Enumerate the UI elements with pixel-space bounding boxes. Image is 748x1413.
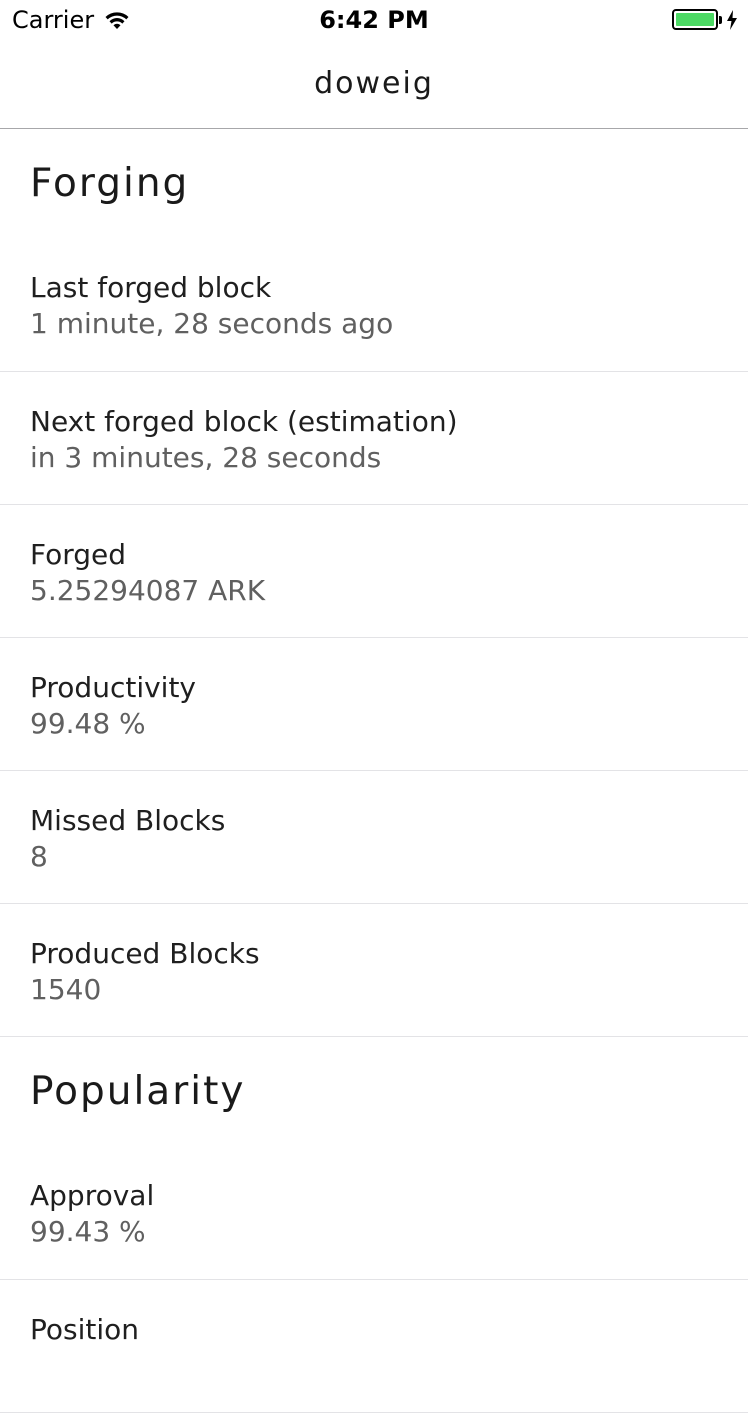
battery-fill [676, 13, 714, 26]
list-item-produced-blocks[interactable]: Produced Blocks 1540 [0, 904, 748, 1037]
row-label: Missed Blocks [30, 804, 226, 837]
row-label: Productivity [30, 671, 196, 704]
row-value: 8 [30, 840, 48, 873]
row-label: Next forged block (estimation) [30, 405, 458, 438]
battery-icon [672, 9, 718, 30]
row-label: Approval [30, 1179, 155, 1212]
status-time: 6:42 PM [319, 6, 429, 34]
section-header-forging: Forging [30, 161, 190, 206]
navigation-bar: doweig [0, 40, 748, 129]
delegate-details-list[interactable]: Forging Last forged block 1 minute, 28 s… [0, 129, 748, 1413]
row-label: Position [30, 1313, 140, 1346]
list-item-next-forged-block[interactable]: Next forged block (estimation) in 3 minu… [0, 372, 748, 505]
row-label: Produced Blocks [30, 937, 260, 970]
row-value: in 3 minutes, 28 seconds [30, 441, 382, 474]
row-label: Forged [30, 538, 127, 571]
list-item-productivity[interactable]: Productivity 99.48 % [0, 638, 748, 771]
row-value: 99.48 % [30, 707, 146, 740]
battery-tip [719, 15, 722, 24]
row-value: 99.43 % [30, 1215, 146, 1248]
row-value: 5.25294087 ARK [30, 574, 266, 607]
list-item-missed-blocks[interactable]: Missed Blocks 8 [0, 771, 748, 904]
list-item-position[interactable]: Position [0, 1280, 748, 1413]
list-item-approval[interactable]: Approval 99.43 % [0, 1146, 748, 1280]
section-header-popularity: Popularity [30, 1069, 246, 1114]
list-item-last-forged-block[interactable]: Last forged block 1 minute, 28 seconds a… [0, 238, 748, 372]
row-value: 1540 [30, 973, 102, 1006]
status-right [672, 9, 738, 30]
row-value: 1 minute, 28 seconds ago [30, 307, 394, 340]
row-label: Last forged block [30, 271, 272, 304]
list-item-forged[interactable]: Forged 5.25294087 ARK [0, 505, 748, 638]
status-bar: Carrier 6:42 PM [0, 0, 748, 40]
nav-title: doweig [314, 66, 434, 101]
charging-bolt-icon [727, 9, 737, 30]
